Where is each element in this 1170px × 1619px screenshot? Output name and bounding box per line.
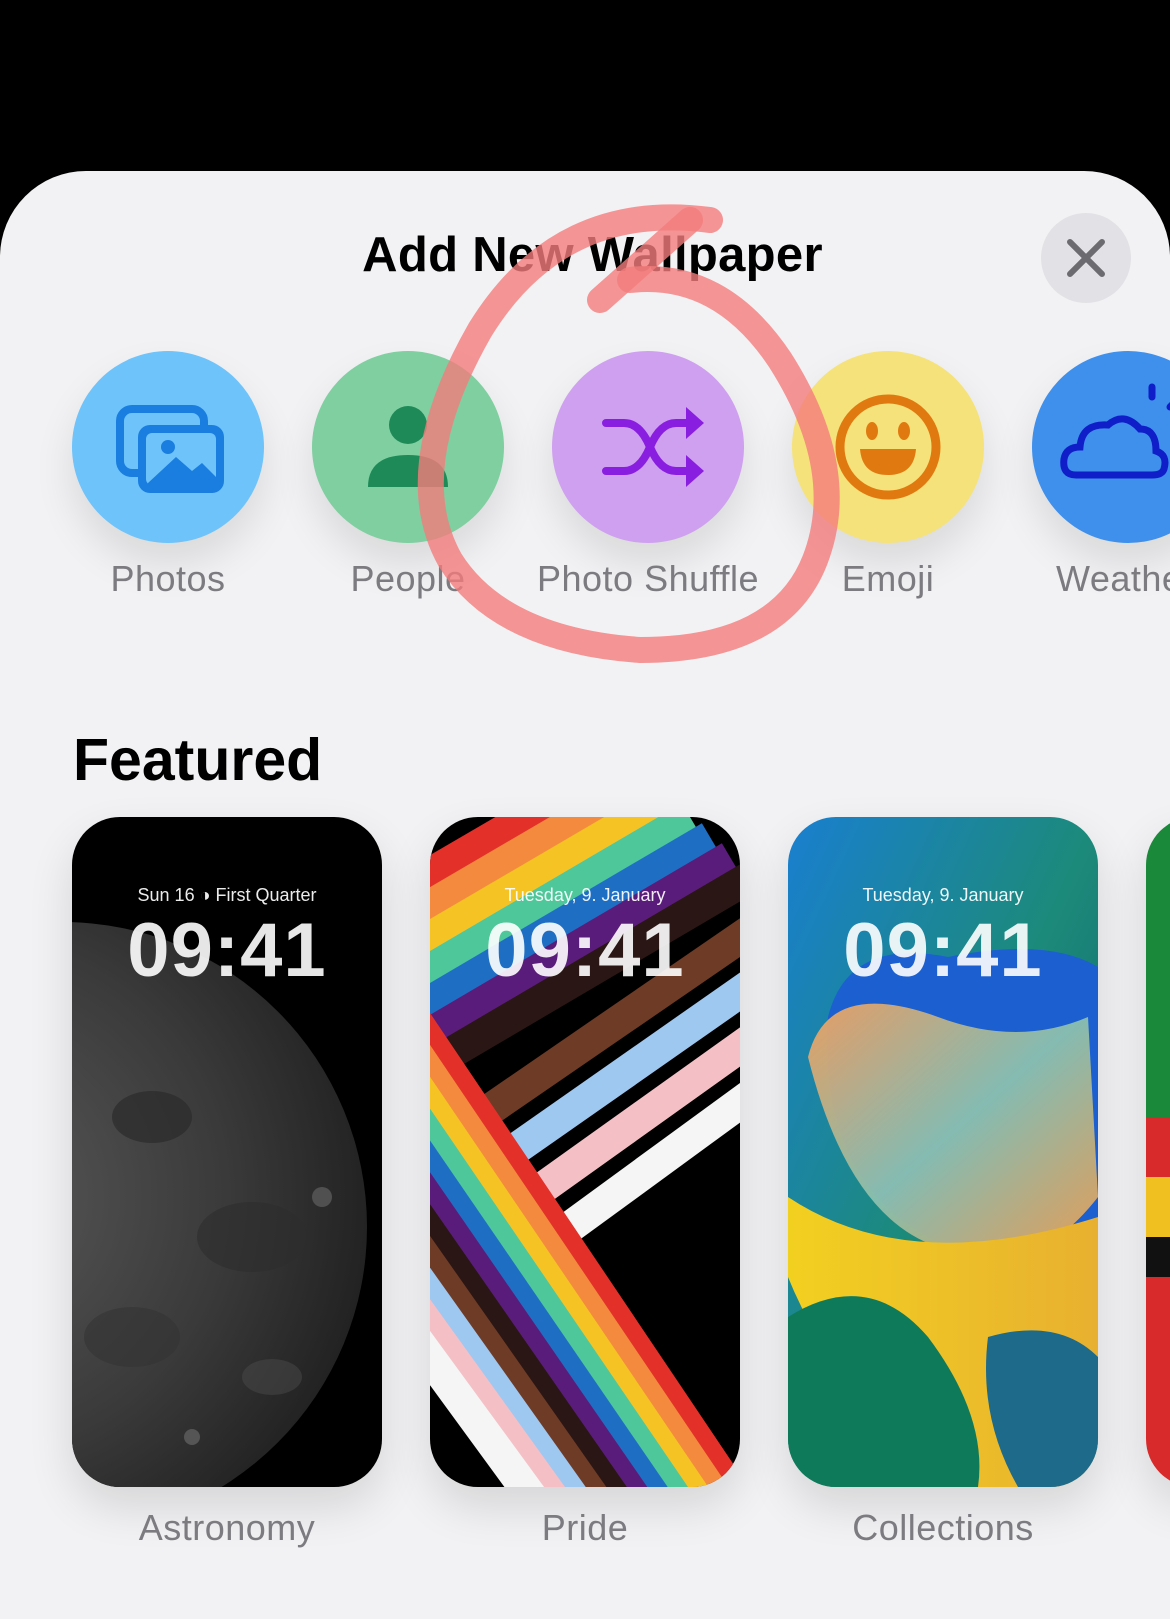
category-weather[interactable]: Weathe [1032,351,1170,611]
wallpaper-card-partial[interactable] [1146,817,1170,1539]
lock-screen-time: 09:41 [485,908,685,993]
wallpaper-thumbnail: Tuesday, 9. January 09:41 [788,817,1098,1487]
lock-screen-time: 09:41 [127,908,327,993]
cloud-sun-icon [1060,383,1170,479]
wallpaper-label: Collections [852,1507,1034,1548]
lock-screen-time: 09:41 [843,908,1043,993]
wallpaper-card-pride[interactable]: Tuesday, 9. January 09:41 Pride [430,817,740,1548]
category-emoji[interactable]: Emoji [792,351,984,611]
add-wallpaper-sheet: Add New Wallpaper Photos People Photo Sh… [0,171,1170,1619]
smiley-icon [835,394,941,500]
lock-screen-date: Tuesday, 9. January [862,885,1024,905]
shuffle-icon [602,407,704,487]
flag-stripes-image [1146,817,1170,1487]
wallpaper-label: Astronomy [138,1507,316,1548]
wallpaper-thumbnail: Sun 16 ◑ First Quarter 09:41 [72,817,382,1487]
category-photos[interactable]: Photos [72,351,264,611]
featured-heading: Featured [73,727,323,793]
close-button[interactable] [1041,213,1131,303]
wallpaper-card-astronomy[interactable]: Sun 16 ◑ First Quarter 09:41 Astronomy [72,817,382,1548]
lock-screen-date: Sun 16 ◑ First Quarter [137,885,317,905]
category-photo-shuffle[interactable]: Photo Shuffle [537,351,759,611]
wallpaper-thumbnail: Tuesday, 9. January 09:41 [430,817,740,1487]
sheet-title: Add New Wallpaper [362,228,823,282]
wallpaper-card-collections[interactable]: Tuesday, 9. January 09:41 Collections [788,817,1098,1548]
lock-screen-date: Tuesday, 9. January [504,885,666,905]
wallpaper-label: Pride [541,1507,629,1548]
category-label: Weathe [1056,558,1170,599]
xmark-icon [1067,239,1105,277]
category-people[interactable]: People [312,351,504,611]
wallpaper-thumbnail [1146,817,1170,1487]
category-label: Emoji [841,558,935,599]
photos-icon [116,405,224,493]
person-icon [368,406,448,487]
